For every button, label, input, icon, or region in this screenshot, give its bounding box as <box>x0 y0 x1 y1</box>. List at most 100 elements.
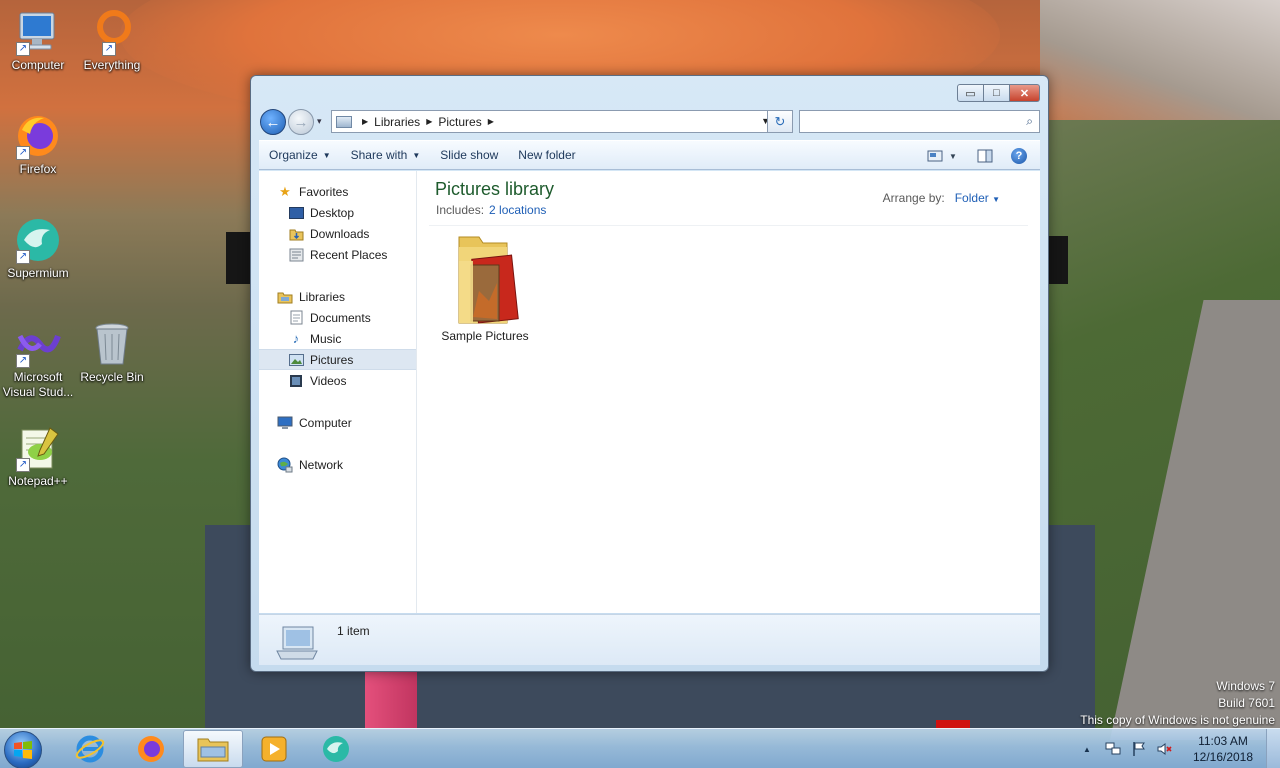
chevron-right-icon[interactable]: ▶ <box>488 117 494 126</box>
search-icon[interactable]: ⌕ <box>1026 114 1033 129</box>
forward-button[interactable]: → <box>288 109 314 135</box>
organize-button[interactable]: Organize ▼ <box>259 148 341 162</box>
taskbar-ie-button[interactable] <box>60 730 120 768</box>
action-center-flag-icon[interactable] <box>1130 740 1148 758</box>
nav-item-computer[interactable]: Computer <box>259 412 416 433</box>
desktop-icon-label: Computer <box>11 58 65 72</box>
folder-item[interactable]: Sample Pictures <box>435 231 535 343</box>
desktop-icon-supermium[interactable]: ↗ Supermium <box>0 216 76 281</box>
nav-label: Music <box>310 331 342 346</box>
nav-label: Libraries <box>299 289 346 304</box>
media-player-icon <box>261 736 287 762</box>
music-icon: ♪ <box>292 331 300 346</box>
desktop-icon-firefox[interactable]: ↗ Firefox <box>0 112 76 177</box>
view-icon <box>927 150 943 162</box>
arrange-by-dropdown[interactable]: Folder ▼ <box>955 191 1000 205</box>
help-button[interactable]: ? <box>1008 146 1030 166</box>
desktop-icon-recycle-bin[interactable]: Recycle Bin <box>74 320 150 385</box>
search-box[interactable]: ⌕ <box>799 110 1040 133</box>
taskbar-supermium-button[interactable] <box>306 730 366 768</box>
chevron-right-icon[interactable]: ▶ <box>362 117 368 126</box>
nav-item-recent-places[interactable]: Recent Places <box>259 244 416 265</box>
nav-label: Computer <box>299 415 352 430</box>
share-with-button[interactable]: Share with ▼ <box>341 148 431 162</box>
arrange-label: Arrange by: <box>882 191 945 205</box>
address-bar[interactable]: ▶ Libraries ▶ Pictures ▶ ▼ <box>331 110 775 133</box>
change-view-button[interactable] <box>924 146 946 166</box>
taskbar-explorer-button[interactable] <box>183 730 243 768</box>
view-controls: ▼ ? <box>918 146 1030 166</box>
notepadpp-icon: ↗ <box>14 424 62 472</box>
desktop-icon-label: Everything <box>83 58 141 72</box>
includes-label: Includes: <box>436 203 485 217</box>
taskbar-firefox-button[interactable] <box>121 730 181 768</box>
desktop-icon-visual-studio[interactable]: ↗ Microsoft Visual Stud... <box>0 320 76 400</box>
documents-icon <box>288 310 304 326</box>
recent-pages-button[interactable]: ▾ <box>317 116 322 127</box>
shortcut-arrow-icon: ↗ <box>16 42 30 56</box>
nav-item-desktop[interactable]: Desktop <box>259 202 416 223</box>
nav-item-videos[interactable]: Videos <box>259 370 416 391</box>
pictures-icon <box>288 352 304 368</box>
refresh-button[interactable]: ↻ <box>767 110 793 133</box>
watermark-os: Windows 7 <box>1216 679 1275 693</box>
star-icon: ★ <box>279 183 291 199</box>
content-area: ★ Favorites Desktop Downloads Recent Plac… <box>259 171 1040 613</box>
search-input[interactable] <box>804 111 1014 131</box>
arrange-value: Folder <box>954 191 989 205</box>
network-tray-icon[interactable] <box>1104 740 1122 758</box>
show-hidden-icons-button[interactable]: ▲ <box>1078 740 1096 758</box>
desktop-icon-notepadpp[interactable]: ↗ Notepad++ <box>0 424 76 489</box>
library-includes: Includes: 2 locations <box>436 203 546 217</box>
back-button[interactable]: ← <box>260 109 286 135</box>
nav-item-music[interactable]: ♪ Music <box>259 328 416 349</box>
navigation-pane: ★ Favorites Desktop Downloads Recent Plac… <box>259 171 417 613</box>
computer-small-icon <box>277 415 293 431</box>
breadcrumb-libraries[interactable]: Libraries <box>374 115 420 129</box>
maximize-button[interactable]: □ <box>984 84 1010 102</box>
firefox-icon: ↗ <box>14 112 62 160</box>
firefox-icon <box>138 736 164 762</box>
nav-item-favorites[interactable]: ★ Favorites <box>259 181 416 202</box>
preview-pane-button[interactable] <box>974 146 996 166</box>
taskbar-media-player-button[interactable] <box>244 730 304 768</box>
nav-item-pictures[interactable]: Pictures <box>259 349 416 370</box>
minimize-button[interactable]: ▭ <box>957 84 984 102</box>
desktop-icon-everything[interactable]: ↗ Everything <box>74 8 150 73</box>
new-folder-button[interactable]: New folder <box>508 148 585 162</box>
supermium-icon <box>323 736 349 762</box>
desktop-icon-label: Recycle Bin <box>80 370 144 384</box>
nav-item-downloads[interactable]: Downloads <box>259 223 416 244</box>
chevron-right-icon[interactable]: ▶ <box>426 117 432 126</box>
wallpaper-pink <box>365 672 417 730</box>
shortcut-arrow-icon: ↗ <box>16 458 30 472</box>
show-desktop-button[interactable] <box>1266 729 1280 768</box>
explorer-window[interactable]: ▭ □ ✕ ← → ▾ ▶ Libraries ▶ Pictures ▶ ▼ ↻… <box>250 75 1049 672</box>
close-button[interactable]: ✕ <box>1010 84 1040 102</box>
recent-places-icon <box>288 247 304 263</box>
more-options-button[interactable]: ▼ <box>946 146 960 166</box>
nav-label: Downloads <box>310 226 370 241</box>
chevron-down-icon: ▼ <box>992 195 1000 204</box>
clock[interactable]: 11:03 AM 12/16/2018 <box>1188 733 1258 765</box>
share-with-label: Share with <box>350 148 408 162</box>
desktop-icon-label: Supermium <box>7 266 69 280</box>
desktop-icon-computer[interactable]: ↗ Computer <box>0 8 76 73</box>
chevron-down-icon: ▼ <box>412 150 421 160</box>
start-button[interactable] <box>4 731 42 768</box>
nav-item-libraries[interactable]: Libraries <box>259 286 416 307</box>
slide-show-button[interactable]: Slide show <box>430 148 508 162</box>
command-bar: Organize ▼ Share with ▼ Slide show New fol… <box>259 140 1040 170</box>
nav-item-network[interactable]: Network <box>259 454 416 475</box>
visual-studio-icon: ↗ <box>14 320 62 368</box>
nav-item-documents[interactable]: Documents <box>259 307 416 328</box>
chevron-down-icon: ▼ <box>322 150 331 160</box>
nav-label: Pictures <box>310 352 354 367</box>
volume-muted-icon[interactable] <box>1156 740 1174 758</box>
computer-icon: ↗ <box>14 8 62 56</box>
breadcrumb-pictures[interactable]: Pictures <box>438 115 481 129</box>
locations-link[interactable]: 2 locations <box>489 203 546 217</box>
wallpaper-shadow-right <box>1046 236 1068 284</box>
desktop-icon-label: Firefox <box>19 162 57 176</box>
